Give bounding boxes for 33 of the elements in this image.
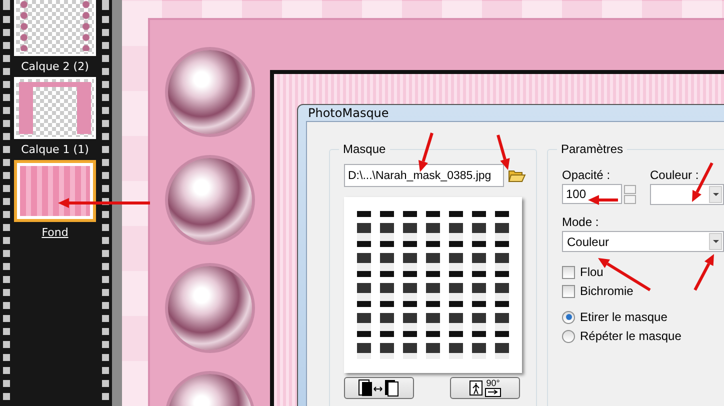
checkbox-label[interactable]: Bichromie	[580, 284, 634, 298]
folder-icon[interactable]	[508, 168, 526, 183]
annotation-arrow	[418, 132, 434, 172]
checkbox-label[interactable]: Flou	[580, 265, 604, 279]
checkbox[interactable]	[562, 284, 575, 298]
color-dropdown[interactable]	[650, 184, 724, 205]
radio-button[interactable]	[562, 310, 575, 324]
annotation-arrow	[692, 162, 714, 202]
field-label: Mode :	[562, 215, 600, 229]
window-title: PhotoMasque	[308, 106, 389, 120]
layer-name[interactable]: Calque 1 (1)	[21, 143, 89, 156]
checkbox[interactable]	[562, 266, 575, 278]
annotation-arrow	[694, 254, 714, 291]
radio-label[interactable]: Etirer le masque	[580, 310, 668, 324]
layer-thumbnail[interactable]	[14, 160, 96, 222]
arrow-icon	[485, 388, 501, 397]
rotate-button[interactable]: 90°	[450, 377, 520, 399]
group-title: Masque	[342, 142, 387, 156]
layer-name[interactable]: Fond	[42, 226, 68, 239]
mode-dropdown[interactable]: Couleur	[562, 231, 724, 252]
swap-button[interactable]	[344, 377, 414, 399]
radio-button[interactable]	[562, 330, 575, 342]
layer-name[interactable]: Calque 2 (2)	[21, 60, 89, 73]
opacity-field[interactable]: 100	[562, 184, 622, 204]
group-title: Paramètres	[560, 142, 624, 156]
walking-figure-icon	[469, 380, 483, 396]
file-path-field[interactable]: D:\...\Narah_mask_0385.jpg	[344, 164, 504, 187]
spinner-icon[interactable]	[624, 184, 636, 204]
radio-label[interactable]: Répéter le masque	[580, 329, 682, 343]
annotation-arrow	[588, 195, 618, 205]
field-label: Couleur :	[650, 168, 700, 182]
field-label: Opacité :	[562, 168, 612, 182]
annotation-arrow	[496, 134, 510, 170]
